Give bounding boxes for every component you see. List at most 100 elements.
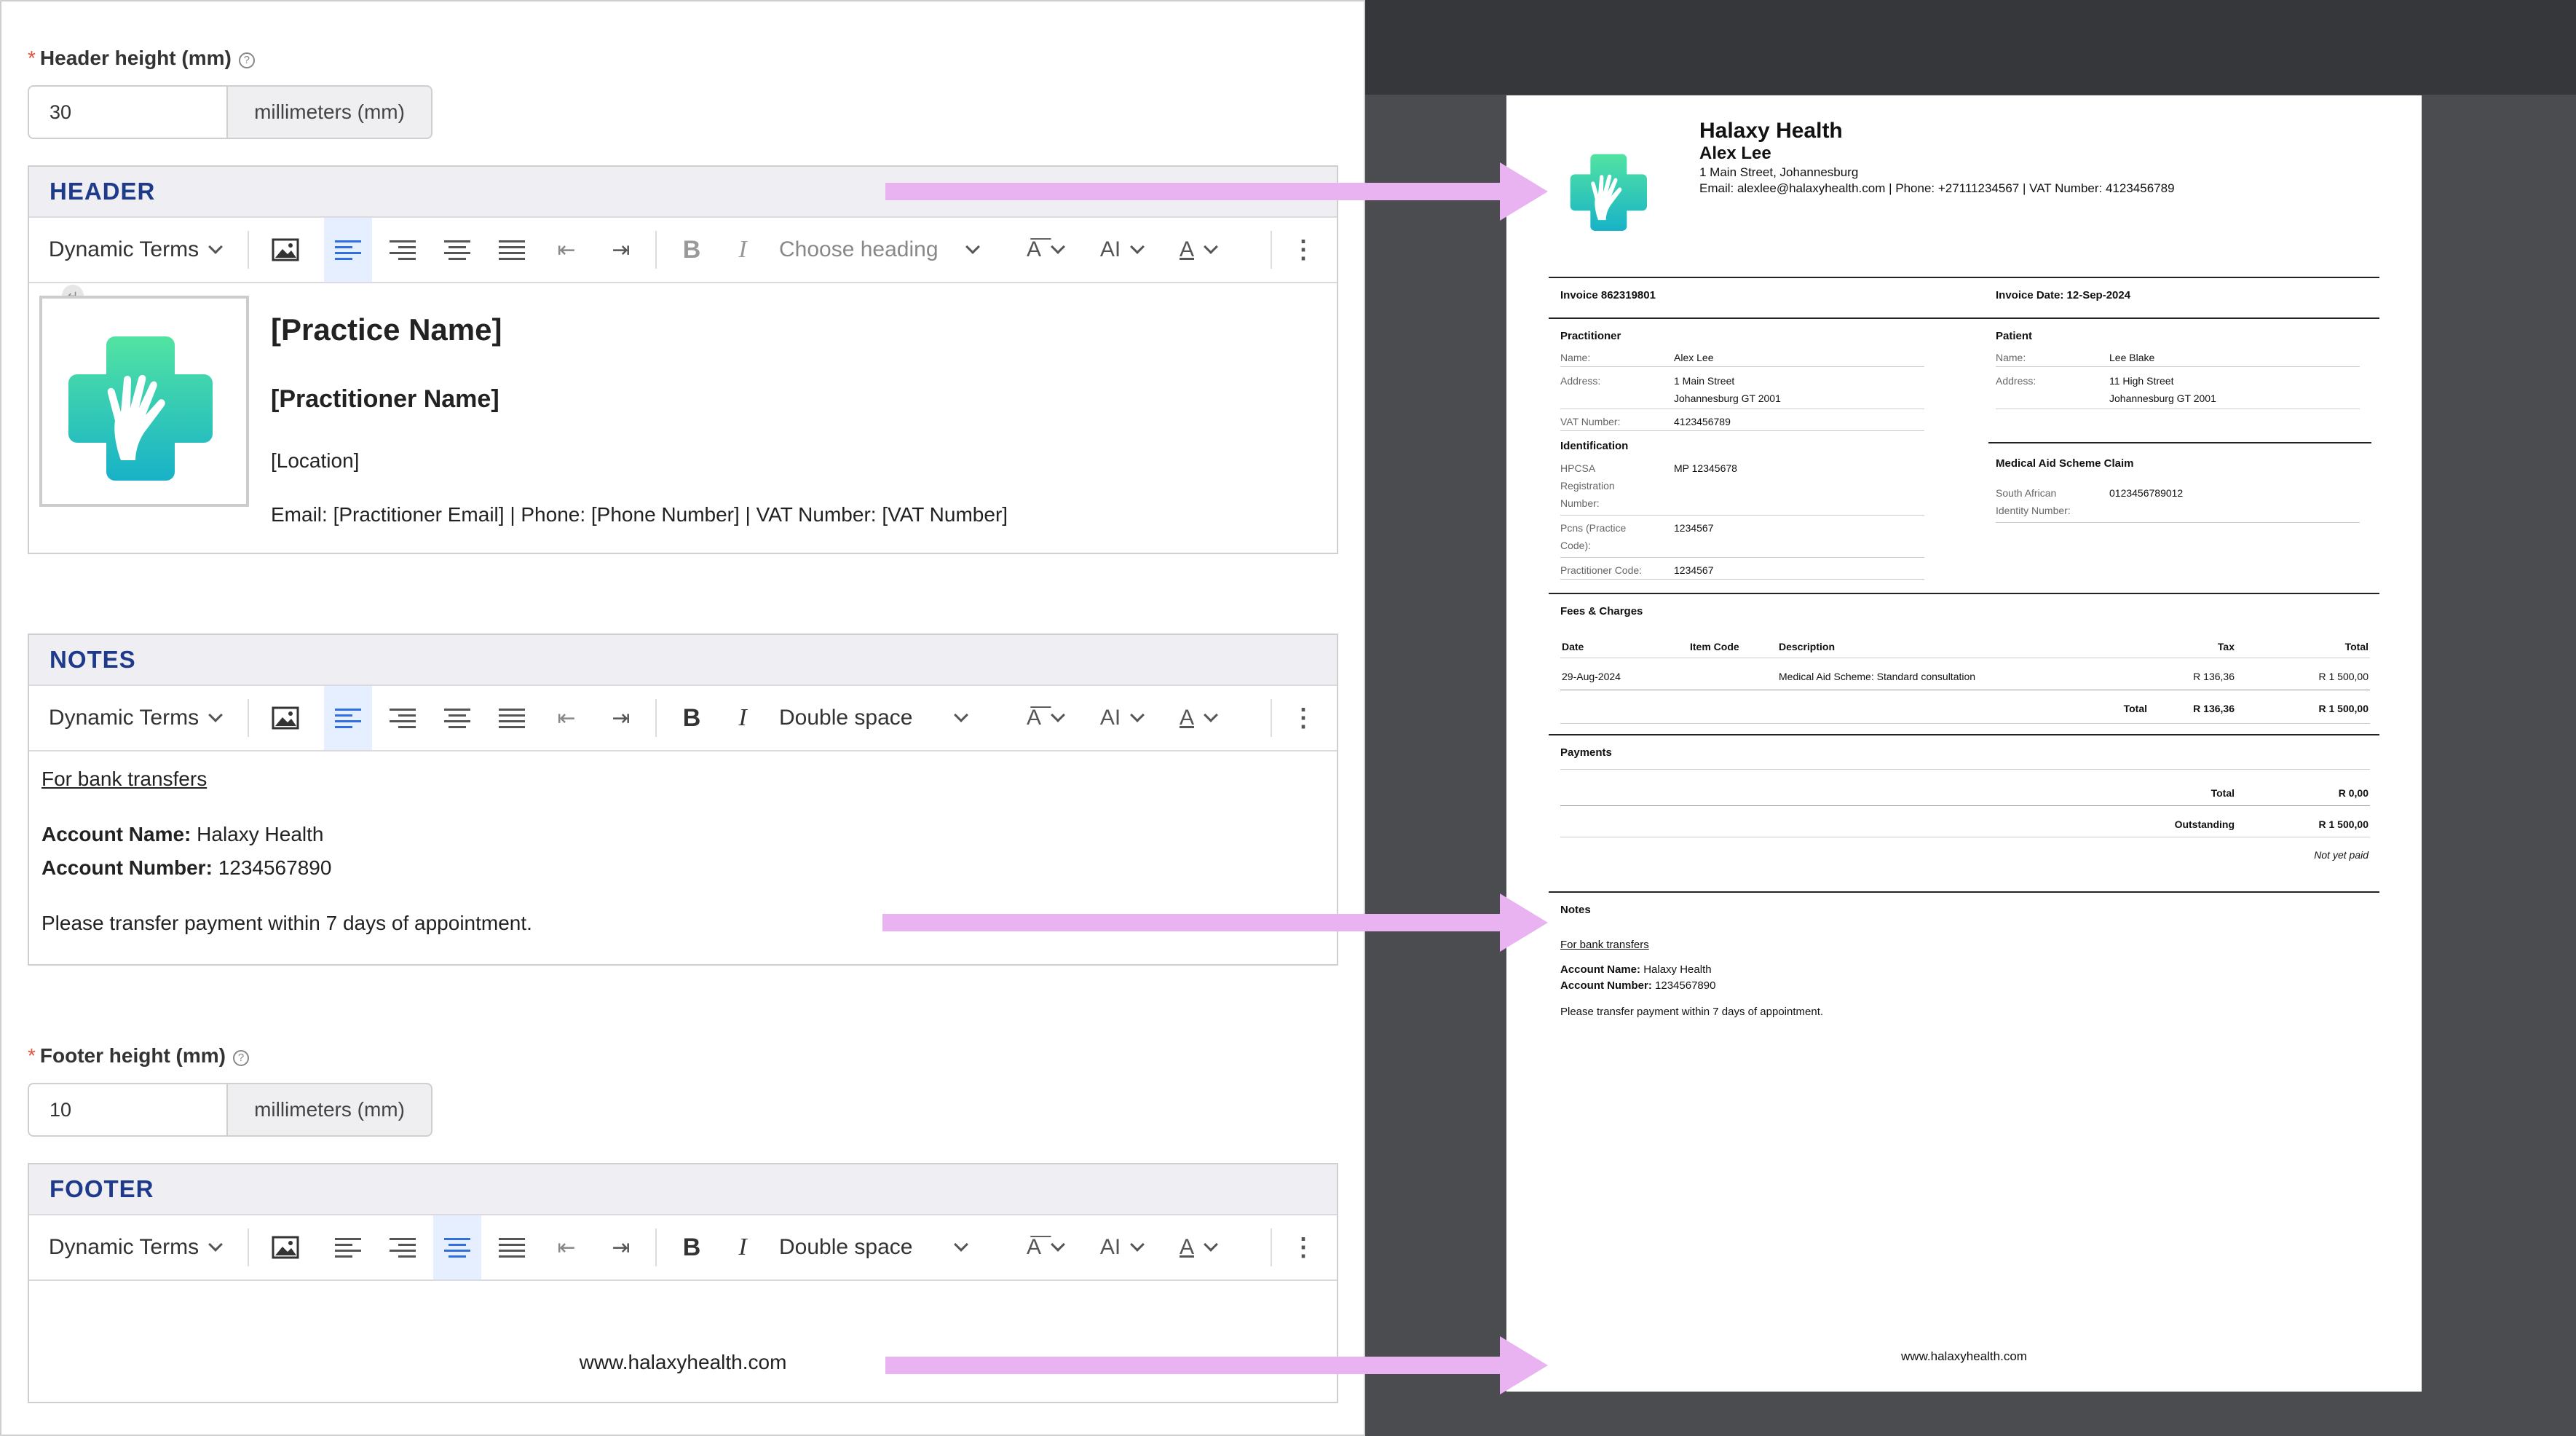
align-center-button[interactable] bbox=[433, 686, 481, 750]
header-height-input[interactable]: 30 bbox=[28, 85, 228, 139]
notes-toolbar: Dynamic Terms ⇤ ⇥ B I Double space A͞ AI… bbox=[29, 686, 1337, 751]
font-size-dropdown[interactable]: A͞ bbox=[1008, 218, 1081, 282]
font-size-dropdown[interactable]: A͞ bbox=[1008, 1215, 1081, 1279]
practitioner-name-label: Name: bbox=[1560, 352, 1591, 363]
fees-header-total: Total bbox=[2344, 641, 2368, 652]
insert-image-button[interactable] bbox=[262, 218, 309, 282]
insert-image-button[interactable] bbox=[262, 686, 309, 750]
chevron-down-icon bbox=[1130, 708, 1145, 722]
italic-button[interactable]: I bbox=[721, 686, 764, 750]
footer-height-input[interactable]: 10 bbox=[28, 1083, 228, 1137]
practitioner-section-title: Practitioner bbox=[1560, 330, 1621, 342]
align-left-button[interactable] bbox=[324, 686, 372, 750]
arrow-head-icon bbox=[1500, 162, 1548, 221]
align-justify-button[interactable] bbox=[488, 218, 536, 282]
heading-dropdown[interactable]: Choose heading bbox=[779, 218, 997, 282]
practitioner-code-label: Practitioner Code: bbox=[1560, 564, 1643, 576]
invoice-instruction: Please transfer payment within 7 days of… bbox=[1560, 1006, 1824, 1018]
invoice-number: Invoice 862319801 bbox=[1560, 289, 1656, 301]
bold-button[interactable]: B bbox=[670, 686, 714, 750]
header-content[interactable]: ↵ [Practice Name] [Practitioner Name] [L… bbox=[29, 283, 1337, 551]
invoice-notes-title: Notes bbox=[1560, 904, 1591, 916]
practitioner-address1: 1 Main Street bbox=[1674, 375, 1735, 387]
text-color-dropdown[interactable]: A bbox=[1161, 686, 1234, 750]
align-right-button[interactable] bbox=[379, 1215, 427, 1279]
align-center-icon bbox=[444, 240, 470, 260]
medical-cross-logo-icon bbox=[68, 336, 213, 481]
invoice-account-number: Account Number: 1234567890 bbox=[1560, 979, 1716, 992]
italic-button[interactable]: I bbox=[721, 218, 764, 282]
line-spacing-dropdown[interactable]: Double space bbox=[779, 686, 997, 750]
line-height-icon: AI bbox=[1099, 237, 1121, 261]
footer-content[interactable]: www.halaxyhealth.com bbox=[29, 1281, 1337, 1402]
image-icon bbox=[272, 1236, 299, 1259]
help-icon[interactable]: ? bbox=[233, 1050, 249, 1066]
more-options-button[interactable]: ⋮ bbox=[1281, 1215, 1325, 1279]
align-justify-icon bbox=[499, 1237, 525, 1258]
more-options-button[interactable]: ⋮ bbox=[1281, 686, 1325, 750]
line-spacing-dropdown[interactable]: Double space bbox=[779, 1215, 997, 1279]
payments-total-value: R 0,00 bbox=[2338, 787, 2368, 799]
indent-icon: ⇥ bbox=[612, 1235, 631, 1260]
payments-title: Payments bbox=[1560, 746, 1612, 759]
outdent-button[interactable]: ⇤ bbox=[542, 218, 590, 282]
help-icon[interactable]: ? bbox=[238, 52, 255, 68]
arrow-head-icon bbox=[1500, 893, 1548, 952]
bold-icon: B bbox=[682, 235, 701, 264]
notes-content[interactable]: For bank transfers Account Name: Halaxy … bbox=[29, 751, 1337, 964]
line-height-icon: AI bbox=[1099, 1235, 1121, 1259]
patient-name-value: Lee Blake bbox=[2109, 352, 2155, 363]
font-size-dropdown[interactable]: A͞ bbox=[1008, 686, 1081, 750]
line-height-dropdown[interactable]: AI bbox=[1085, 1215, 1158, 1279]
text-color-dropdown[interactable]: A bbox=[1161, 1215, 1234, 1279]
dynamic-terms-dropdown[interactable]: Dynamic Terms bbox=[29, 218, 240, 282]
outdent-button[interactable]: ⇤ bbox=[542, 1215, 590, 1279]
align-left-button[interactable] bbox=[324, 1215, 372, 1279]
invoice-footer-url: www.halaxyhealth.com bbox=[1901, 1349, 2027, 1363]
italic-button[interactable]: I bbox=[721, 1215, 764, 1279]
indent-button[interactable]: ⇥ bbox=[597, 218, 645, 282]
footer-mapping-arrow bbox=[885, 1357, 1504, 1374]
invoice-practice-name: Halaxy Health bbox=[1699, 119, 1843, 143]
align-center-button[interactable] bbox=[433, 218, 481, 282]
bold-icon: B bbox=[682, 703, 701, 732]
line-height-dropdown[interactable]: AI bbox=[1085, 218, 1158, 282]
invoice-practitioner: Alex Lee bbox=[1699, 143, 1771, 163]
align-right-button[interactable] bbox=[379, 686, 427, 750]
align-center-button[interactable] bbox=[433, 1215, 481, 1279]
pcns-label: Pcns (Practice bbox=[1560, 522, 1627, 534]
indent-button[interactable]: ⇥ bbox=[597, 1215, 645, 1279]
align-left-icon bbox=[335, 240, 361, 260]
line-height-dropdown[interactable]: AI bbox=[1085, 686, 1158, 750]
practitioner-vat-value: 4123456789 bbox=[1674, 416, 1731, 427]
practitioner-name-value: Alex Lee bbox=[1674, 352, 1714, 363]
chevron-down-icon bbox=[954, 708, 969, 722]
fees-total-tax: R 136,36 bbox=[2193, 703, 2235, 714]
bold-button[interactable]: B bbox=[670, 1215, 714, 1279]
chevron-down-icon bbox=[1130, 240, 1145, 254]
align-justify-button[interactable] bbox=[488, 1215, 536, 1279]
bold-icon: B bbox=[682, 1233, 701, 1261]
indent-button[interactable]: ⇥ bbox=[597, 686, 645, 750]
insert-image-button[interactable] bbox=[262, 1215, 309, 1279]
more-options-button[interactable]: ⋮ bbox=[1281, 218, 1325, 282]
align-justify-button[interactable] bbox=[488, 686, 536, 750]
chevron-down-icon bbox=[1204, 1237, 1218, 1252]
align-center-icon bbox=[444, 1237, 470, 1258]
text-color-icon: A bbox=[1179, 237, 1194, 261]
more-vertical-icon: ⋮ bbox=[1291, 704, 1316, 732]
chevron-down-icon bbox=[1130, 1237, 1145, 1252]
dynamic-terms-dropdown[interactable]: Dynamic Terms bbox=[29, 686, 240, 750]
chevron-down-icon bbox=[1051, 1237, 1065, 1252]
align-right-button[interactable] bbox=[379, 218, 427, 282]
practice-logo[interactable] bbox=[39, 296, 249, 507]
fee-row-total: R 1 500,00 bbox=[2318, 671, 2369, 682]
practitioner-name-placeholder: [Practitioner Name] bbox=[271, 385, 499, 413]
arrow-head-icon bbox=[1500, 1336, 1548, 1394]
dynamic-terms-dropdown[interactable]: Dynamic Terms bbox=[29, 1215, 240, 1279]
outdent-button[interactable]: ⇤ bbox=[542, 686, 590, 750]
text-color-dropdown[interactable]: A bbox=[1161, 218, 1234, 282]
bold-button[interactable]: B bbox=[670, 218, 714, 282]
align-left-button[interactable] bbox=[324, 218, 372, 282]
bank-transfer-heading: For bank transfers bbox=[42, 768, 208, 790]
